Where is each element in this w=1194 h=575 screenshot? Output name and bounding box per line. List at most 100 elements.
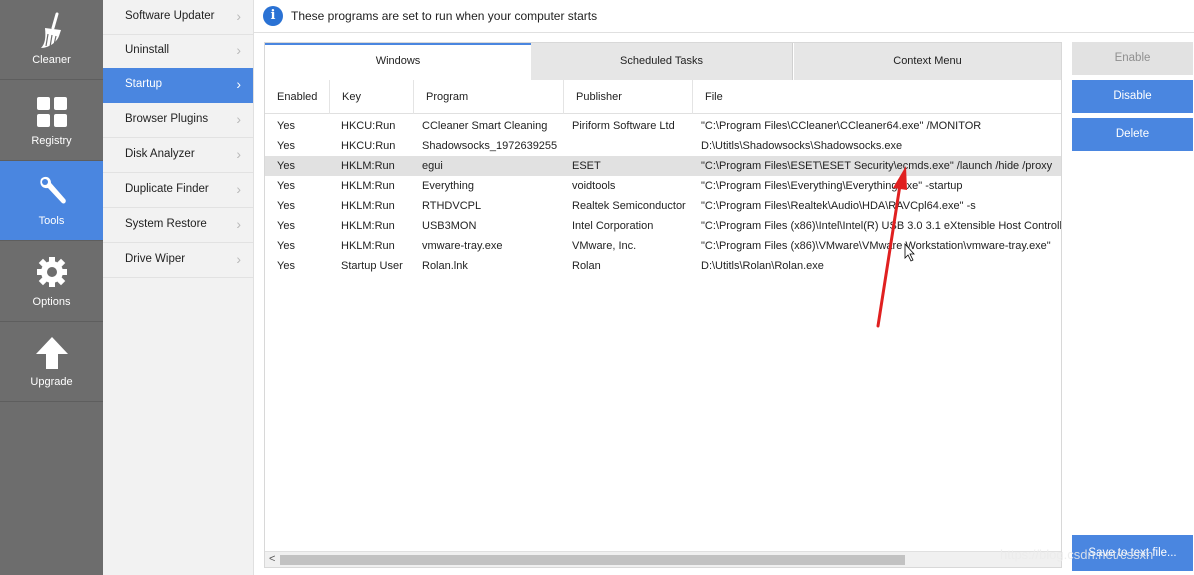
cell-publisher: voidtools	[572, 180, 616, 192]
cell-publisher: VMware, Inc.	[572, 240, 637, 252]
column-key[interactable]: Key	[330, 80, 414, 114]
chevron-right-icon: ›	[236, 76, 241, 92]
nav-cleaner[interactable]: Cleaner	[0, 0, 103, 80]
subnav-software-updater[interactable]: Software Updater ›	[103, 0, 253, 35]
cell-key: HKLM:Run	[341, 160, 395, 172]
nav-upgrade[interactable]: Upgrade	[0, 322, 103, 402]
info-text: These programs are set to run when your …	[291, 9, 598, 23]
column-publisher[interactable]: Publisher	[564, 80, 693, 114]
table-row[interactable]: Yes HKLM:Run RTHDVCPL Realtek Semiconductor…	[265, 196, 1061, 216]
column-program[interactable]: Program	[414, 80, 564, 114]
chevron-right-icon: ›	[236, 42, 241, 58]
cell-publisher: ESET	[572, 160, 601, 172]
cell-enabled: Yes	[277, 260, 295, 272]
cell-program: egui	[422, 160, 443, 172]
chevron-right-icon: ›	[236, 181, 241, 197]
tab-windows[interactable]: Windows	[265, 43, 531, 80]
cell-enabled: Yes	[277, 240, 295, 252]
chevron-right-icon: ›	[236, 146, 241, 162]
info-icon: i	[263, 6, 283, 26]
cell-publisher: Piriform Software Ltd	[572, 120, 675, 132]
cell-publisher	[572, 136, 695, 156]
subnav-label: Software Updater	[125, 10, 215, 22]
nav-cleaner-label: Cleaner	[32, 54, 71, 66]
nav-registry[interactable]: Registry	[0, 81, 103, 161]
tab-bar: Windows Scheduled Tasks Context Menu	[265, 43, 1061, 80]
chevron-right-icon: ›	[236, 8, 241, 24]
column-file[interactable]: File	[693, 80, 1061, 114]
cell-key: HKLM:Run	[341, 240, 395, 252]
tools-subnav: Software Updater › Uninstall › Startup ›…	[103, 0, 254, 575]
cell-program: RTHDVCPL	[422, 200, 482, 212]
startup-panel: Windows Scheduled Tasks Context Menu Ena…	[264, 42, 1062, 568]
scrollbar-thumb[interactable]	[280, 555, 905, 565]
cell-file: "C:\Program Files\CCleaner\CCleaner64.ex…	[701, 120, 982, 132]
cell-program: USB3MON	[422, 220, 477, 232]
chevron-right-icon: ›	[236, 251, 241, 267]
cell-program: vmware-tray.exe	[422, 240, 503, 252]
table-row[interactable]: Yes HKLM:Run Everything voidtools "C:\Progra…	[265, 176, 1061, 196]
nav-options-label: Options	[32, 296, 71, 308]
cell-file: "C:\Program Files (x86)\VMware\VMware Wo…	[701, 240, 1051, 252]
cell-key: Startup User	[341, 260, 403, 272]
delete-button[interactable]: Delete	[1072, 118, 1193, 151]
cell-file: "C:\Program Files\Everything\Everything.…	[701, 180, 963, 192]
grid-icon	[36, 97, 67, 127]
cell-file: D:\Utitls\Shadowsocks\Shadowsocks.exe	[701, 140, 903, 152]
subnav-system-restore[interactable]: System Restore ›	[103, 208, 253, 243]
nav-options[interactable]: Options	[0, 242, 103, 322]
column-enabled[interactable]: Enabled	[265, 80, 330, 114]
nav-tools-label: Tools	[38, 215, 65, 227]
table-row[interactable]: Yes HKCU:Run Shadowsocks_1972639255 D:\Utit…	[265, 136, 1061, 156]
cell-enabled: Yes	[277, 200, 295, 212]
disable-button[interactable]: Disable	[1072, 80, 1193, 113]
cell-key: HKCU:Run	[341, 140, 396, 152]
subnav-uninstall[interactable]: Uninstall ›	[103, 34, 253, 69]
scroll-left-arrow-icon[interactable]: <	[269, 553, 275, 565]
subnav-label: Startup	[125, 78, 163, 90]
wrench-icon	[39, 176, 66, 204]
subnav-duplicate-finder[interactable]: Duplicate Finder ›	[103, 173, 253, 208]
gear-icon	[36, 257, 67, 287]
cell-program: CCleaner Smart Cleaning	[422, 120, 548, 132]
cell-enabled: Yes	[277, 140, 295, 152]
table-row[interactable]: Yes HKLM:Run vmware-tray.exe VMware, Inc. "C…	[265, 236, 1061, 256]
horizontal-scrollbar[interactable]: <	[265, 551, 1061, 567]
cell-program: Shadowsocks_1972639255	[422, 140, 558, 152]
watermark: https://blog.csdn.net/cssxn	[1000, 547, 1154, 562]
subnav-disk-analyzer[interactable]: Disk Analyzer ›	[103, 138, 253, 173]
cell-key: HKLM:Run	[341, 180, 395, 192]
table-row[interactable]: Yes HKCU:Run CCleaner Smart Cleaning Pirifo…	[265, 116, 1061, 136]
nav-tools[interactable]: Tools	[0, 161, 103, 241]
up-arrow-icon	[35, 337, 68, 369]
tab-context-menu[interactable]: Context Menu	[794, 43, 1061, 80]
subnav-label: Uninstall	[125, 44, 170, 56]
cell-program: Rolan.lnk	[422, 260, 468, 272]
cell-program: Everything	[422, 180, 474, 192]
tab-scheduled-tasks[interactable]: Scheduled Tasks	[531, 43, 793, 80]
cell-key: HKLM:Run	[341, 220, 395, 232]
subnav-label: Browser Plugins	[125, 113, 209, 125]
table-row[interactable]: Yes Startup User Rolan.lnk Rolan D:\Utitls\R…	[265, 256, 1061, 276]
table-row[interactable]: Yes HKLM:Run USB3MON Intel Corporation "C:\P…	[265, 216, 1061, 236]
cell-enabled: Yes	[277, 120, 295, 132]
cell-publisher: Intel Corporation	[572, 220, 654, 232]
subnav-label: System Restore	[125, 218, 207, 230]
chevron-right-icon: ›	[236, 111, 241, 127]
cell-file: "C:\Program Files (x86)\Intel\Intel(R) U…	[701, 220, 1061, 232]
subnav-browser-plugins[interactable]: Browser Plugins ›	[103, 103, 253, 138]
info-banner: i These programs are set to run when you…	[254, 0, 1194, 33]
enable-button[interactable]: Enable	[1072, 42, 1193, 75]
startup-table: Yes HKCU:Run CCleaner Smart Cleaning Pirifo…	[265, 116, 1061, 516]
cell-key: HKLM:Run	[341, 200, 395, 212]
table-row[interactable]: Yes HKLM:Run egui ESET "C:\Program Files\ESE…	[265, 156, 1061, 176]
nav-upgrade-label: Upgrade	[30, 376, 73, 388]
cell-key: HKCU:Run	[341, 120, 396, 132]
subnav-drive-wiper[interactable]: Drive Wiper ›	[103, 243, 253, 278]
main-navigation: Cleaner Registry Tools Options Upgrade	[0, 0, 103, 575]
subnav-label: Drive Wiper	[125, 253, 186, 265]
chevron-right-icon: ›	[236, 216, 241, 232]
cell-enabled: Yes	[277, 180, 295, 192]
cell-publisher: Rolan	[572, 260, 601, 272]
subnav-startup[interactable]: Startup ›	[103, 68, 253, 103]
